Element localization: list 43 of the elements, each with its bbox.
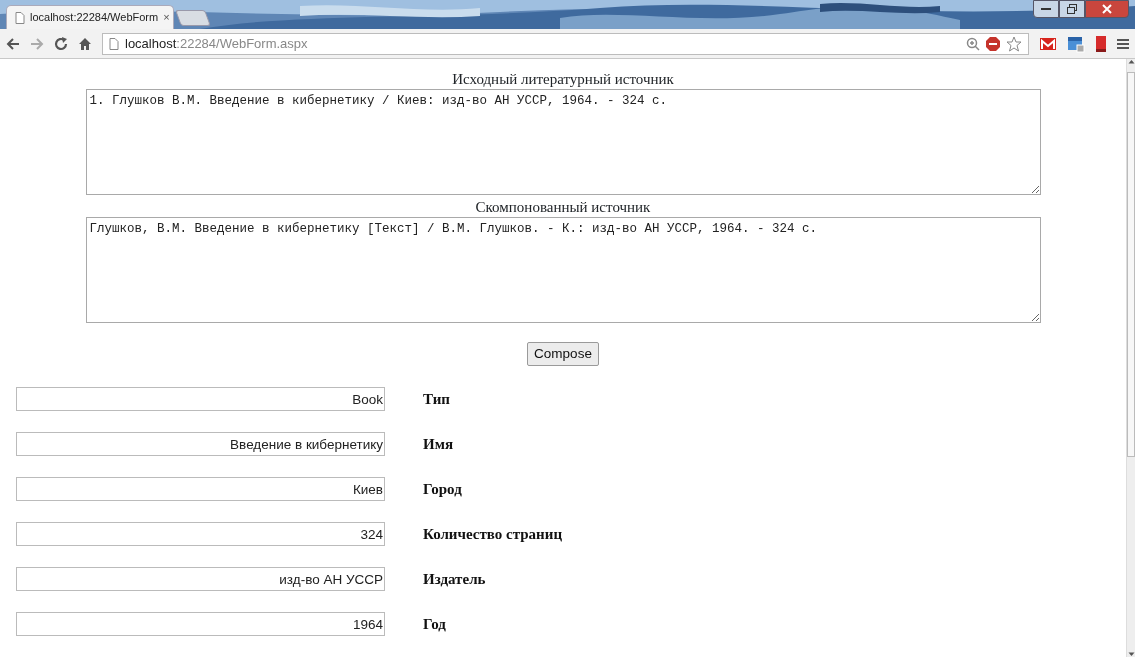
field-label: Имя [423,435,453,454]
back-arrow-icon[interactable] [6,37,20,50]
input-field[interactable]: Киев [16,477,385,502]
book-icon[interactable] [1095,34,1107,53]
input-field[interactable]: 324 [16,522,385,547]
scroll-down-icon[interactable] [1127,652,1135,657]
close-window-button[interactable] [1085,0,1129,18]
address-bar[interactable]: localhost:22284/WebForm.aspx [102,32,1029,55]
field-label: Город [423,480,462,499]
envelope-icon[interactable] [1039,36,1057,51]
page-icon [109,37,119,50]
zoom-icon[interactable] [966,36,980,51]
address-text: localhost:22284/WebForm.aspx [125,34,308,53]
menu-icon[interactable] [1117,37,1129,50]
field-label: Издатель [423,570,486,589]
close-icon [1102,4,1112,14]
scrollbar[interactable] [1126,59,1135,657]
minimize-icon [1041,7,1051,11]
browser-tab[interactable]: localhost:22284/WebForm × [6,5,174,29]
source-text-area[interactable]: Глушков, В.М. Введение в кибернетику [Текст] / В.М. Глушков. - К.: изд-во АН УССР, 1964. - 324 с. [85,217,1041,323]
star-icon[interactable] [1006,35,1022,52]
stop-sign-icon[interactable] [986,36,1000,51]
field-label: Год [423,615,446,634]
input-field[interactable]: Book [16,387,385,412]
tab-title: localhost:22284/WebForm [30,10,159,26]
restore-button[interactable] [1059,0,1085,18]
section-heading: Исходный литературный источник [451,70,675,89]
section-heading: Скомпонованный источник [474,198,652,217]
page-icon [15,11,25,24]
input-field[interactable]: 1964 [16,612,385,637]
calendar-icon[interactable] [1067,34,1085,53]
home-icon[interactable] [78,36,92,51]
field-label: Тип [423,390,450,409]
close-tab-button[interactable]: × [163,9,170,26]
minimize-button[interactable] [1033,0,1059,18]
reload-icon[interactable] [54,36,68,51]
input-field[interactable]: Введение в кибернетику [16,432,385,457]
source-text-area[interactable]: 1. Глушков В.М. Введение в кибернетику / Киев: изд-во АН УССР, 1964. - 324 с. [85,89,1041,195]
field-label: Количество страниц [423,525,563,544]
input-field[interactable]: изд-во АН УССР [16,567,385,592]
scrollbar-thumb[interactable] [1127,72,1135,457]
compose-button[interactable]: Compose [527,342,599,367]
restore-icon [1067,4,1077,14]
